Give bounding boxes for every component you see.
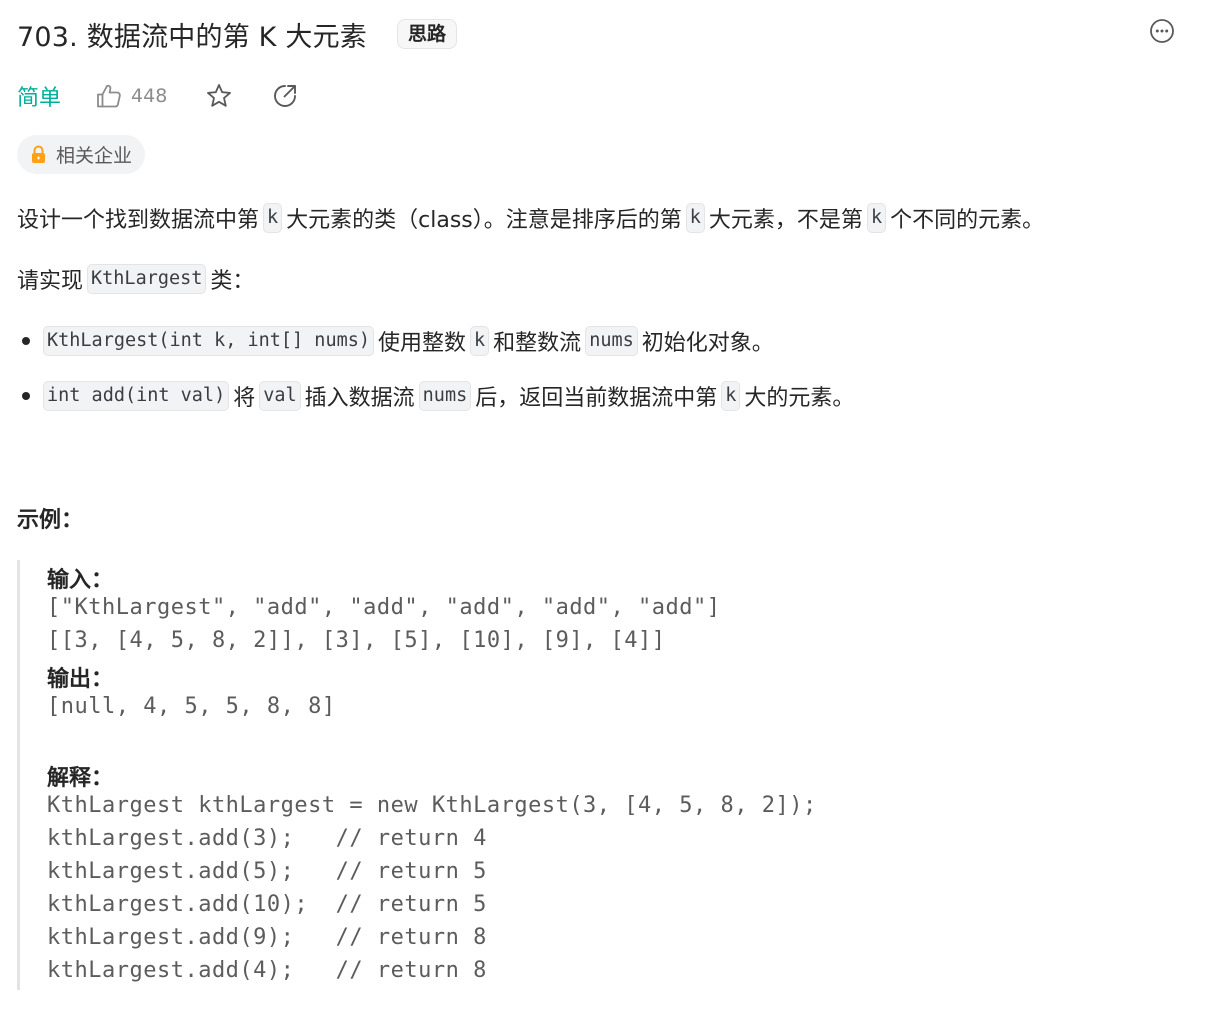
list-bullet bbox=[22, 337, 30, 345]
difficulty-badge: 简单 bbox=[17, 86, 62, 111]
text: 个不同的元素。 bbox=[890, 208, 1045, 233]
like-button[interactable]: 448 bbox=[95, 82, 167, 110]
inline-code: k bbox=[263, 203, 283, 233]
input-label: 输入： bbox=[47, 567, 114, 592]
inline-code: k bbox=[470, 326, 490, 356]
explanation-line: kthLargest.add(10); // return 5 bbox=[47, 892, 487, 917]
related-companies-label: 相关企业 bbox=[56, 145, 133, 167]
text: 后，返回当前数据流中第 bbox=[475, 386, 718, 411]
input-line: [[3, [4, 5, 8, 2]], [3], [5], [10], [9],… bbox=[47, 628, 666, 653]
explanation-label: 解释： bbox=[47, 765, 114, 790]
text: 设计一个找到数据流中第 bbox=[17, 208, 260, 233]
inline-code: k bbox=[721, 381, 741, 411]
title-row: 703. 数据流中的第 K 大元素 思路 bbox=[17, 14, 457, 54]
text: 类： bbox=[210, 269, 255, 294]
description-paragraph-1: 设计一个找到数据流中第 k 大元素的类（class）。注意是排序后的第 k 大元… bbox=[17, 200, 1044, 236]
lock-icon bbox=[32, 145, 45, 163]
text: 请实现 bbox=[17, 269, 84, 294]
list-item-add: int add(int val) 将 val 插入数据流 nums 后，返回当前… bbox=[43, 378, 854, 414]
hint-tag[interactable]: 思路 bbox=[396, 19, 457, 49]
inline-code: KthLargest bbox=[87, 264, 207, 294]
explanation-line: kthLargest.add(4); // return 8 bbox=[47, 958, 487, 983]
inline-code: KthLargest(int k, int[] nums) bbox=[43, 326, 375, 356]
share-icon[interactable] bbox=[271, 82, 299, 110]
like-count: 448 bbox=[131, 85, 168, 107]
inline-code: k bbox=[685, 203, 705, 233]
inline-code: val bbox=[259, 381, 301, 411]
inline-code: k bbox=[866, 203, 887, 233]
problem-title[interactable]: 703. 数据流中的第 K 大元素 bbox=[17, 15, 367, 54]
text: 大元素的类（class）。注意是排序后的第 bbox=[286, 208, 682, 233]
description-paragraph-2: 请实现 KthLargest 类： bbox=[17, 261, 254, 297]
text: 使用整数 bbox=[378, 331, 467, 356]
text: 插入数据流 bbox=[304, 386, 415, 411]
inline-code: nums bbox=[585, 326, 638, 356]
inline-code: nums bbox=[418, 381, 472, 411]
inline-code: int add(int val) bbox=[43, 381, 230, 411]
list-bullet bbox=[22, 392, 30, 400]
output-label: 输出： bbox=[47, 666, 114, 691]
text: 大的元素。 bbox=[744, 386, 855, 411]
example-block: 输入： ["KthLargest", "add", "add", "add", … bbox=[17, 560, 1170, 990]
input-line: ["KthLargest", "add", "add", "add", "add… bbox=[47, 595, 721, 620]
list-item-constructor: KthLargest(int k, int[] nums) 使用整数 k 和整数… bbox=[43, 323, 774, 359]
output-line: [null, 4, 5, 5, 8, 8] bbox=[47, 694, 336, 719]
related-companies-button[interactable]: 相关企业 bbox=[17, 135, 146, 174]
explanation-line: kthLargest.add(5); // return 5 bbox=[47, 859, 487, 884]
star-icon[interactable] bbox=[205, 82, 233, 110]
explanation-line: KthLargest kthLargest = new KthLargest(3… bbox=[47, 793, 817, 818]
ellipsis-circle-icon[interactable] bbox=[1149, 18, 1175, 44]
text: 和整数流 bbox=[493, 331, 582, 356]
text: 将 bbox=[233, 386, 256, 411]
explanation-line: kthLargest.add(9); // return 8 bbox=[47, 925, 487, 950]
text: 初始化对象。 bbox=[641, 331, 774, 356]
example-heading: 示例： bbox=[17, 508, 84, 533]
explanation-line: kthLargest.add(3); // return 4 bbox=[47, 826, 487, 851]
thumbs-up-icon bbox=[97, 84, 121, 108]
text: 大元素，不是第 bbox=[708, 208, 863, 233]
meta-row: 简单 448 bbox=[17, 78, 299, 114]
